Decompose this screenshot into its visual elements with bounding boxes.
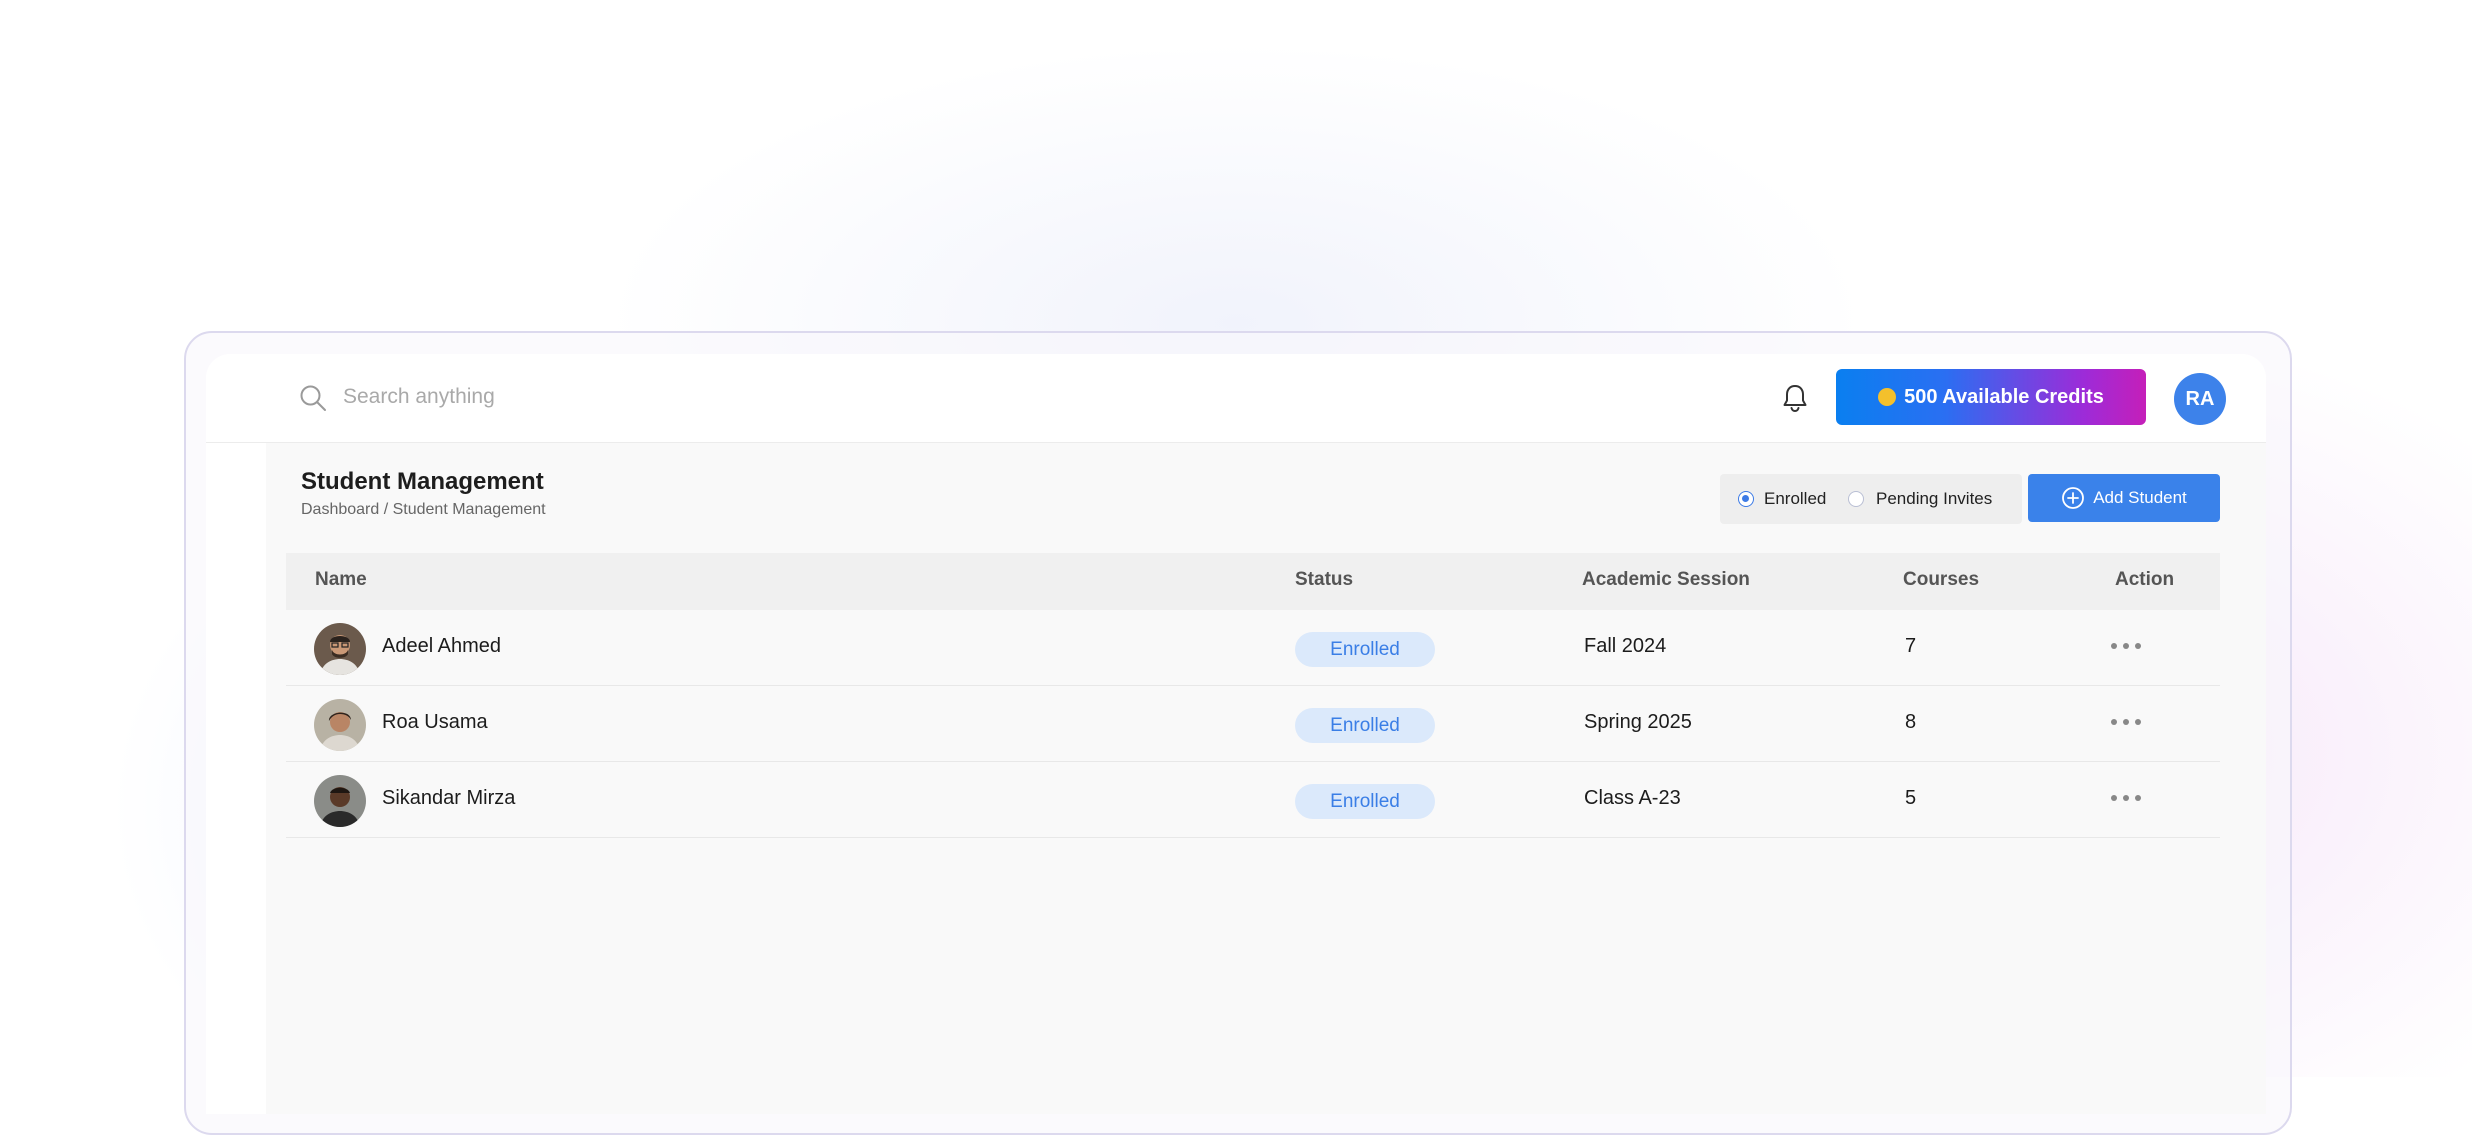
status-badge: Enrolled (1295, 784, 1435, 819)
app-window: Search anything 500 Available Credits RA… (206, 354, 2266, 1114)
students-table: Name Status Academic Session Courses Act… (286, 553, 2220, 838)
pending-invites-radio[interactable] (1848, 491, 1864, 507)
student-name: Roa Usama (382, 711, 488, 733)
table-row[interactable]: Sikandar Mirza Enrolled Class A-23 5 (286, 762, 2220, 838)
enrolled-label[interactable]: Enrolled (1764, 489, 1826, 509)
courses-count: 8 (1905, 711, 1917, 733)
more-horizontal-icon[interactable] (2109, 636, 2143, 656)
student-name: Sikandar Mirza (382, 787, 516, 809)
user-avatar[interactable]: RA (2174, 373, 2226, 425)
student-avatar (314, 775, 366, 827)
add-student-label: Add Student (2093, 488, 2187, 507)
academic-session: Fall 2024 (1584, 635, 1667, 657)
search-input[interactable]: Search anything (343, 385, 495, 409)
credits-label: 500 Available Credits (1904, 385, 2104, 408)
student-avatar (314, 699, 366, 751)
add-student-button[interactable]: Add Student (2028, 474, 2220, 522)
more-horizontal-icon[interactable] (2109, 712, 2143, 732)
column-header-session: Academic Session (1582, 569, 1750, 590)
page-title: Student Management (301, 468, 544, 495)
column-header-action: Action (2115, 569, 2175, 590)
column-header-courses: Courses (1903, 569, 1980, 590)
main-content: Student Management Dashboard / Student M… (266, 443, 2266, 1114)
courses-count: 7 (1905, 635, 1917, 657)
enrolled-radio[interactable] (1738, 491, 1754, 507)
pending-invites-label[interactable]: Pending Invites (1876, 489, 1992, 509)
coin-icon (1878, 388, 1897, 406)
status-badge: Enrolled (1295, 632, 1435, 667)
status-badge: Enrolled (1295, 708, 1435, 743)
student-avatar (314, 623, 366, 675)
student-name: Adeel Ahmed (382, 635, 501, 657)
bell-icon[interactable] (1780, 382, 1810, 414)
column-header-name: Name (315, 569, 367, 590)
courses-count: 5 (1905, 787, 1917, 809)
credits-button[interactable]: 500 Available Credits (1836, 369, 2146, 425)
plus-circle-icon (2062, 487, 2085, 509)
top-bar: Search anything 500 Available Credits RA (206, 354, 2266, 443)
column-header-status: Status (1295, 569, 1354, 590)
table-row[interactable]: Adeel Ahmed Enrolled Fall 2024 7 (286, 610, 2220, 686)
table-header: Name Status Academic Session Courses Act… (286, 553, 2220, 610)
search-icon (300, 385, 326, 411)
table-row[interactable]: Roa Usama Enrolled Spring 2025 8 (286, 686, 2220, 762)
academic-session: Class A-23 (1584, 787, 1681, 809)
academic-session: Spring 2025 (1584, 711, 1692, 733)
more-horizontal-icon[interactable] (2109, 788, 2143, 808)
breadcrumb: Dashboard / Student Management (301, 501, 546, 518)
status-filter: Enrolled Pending Invites (1720, 474, 2022, 524)
